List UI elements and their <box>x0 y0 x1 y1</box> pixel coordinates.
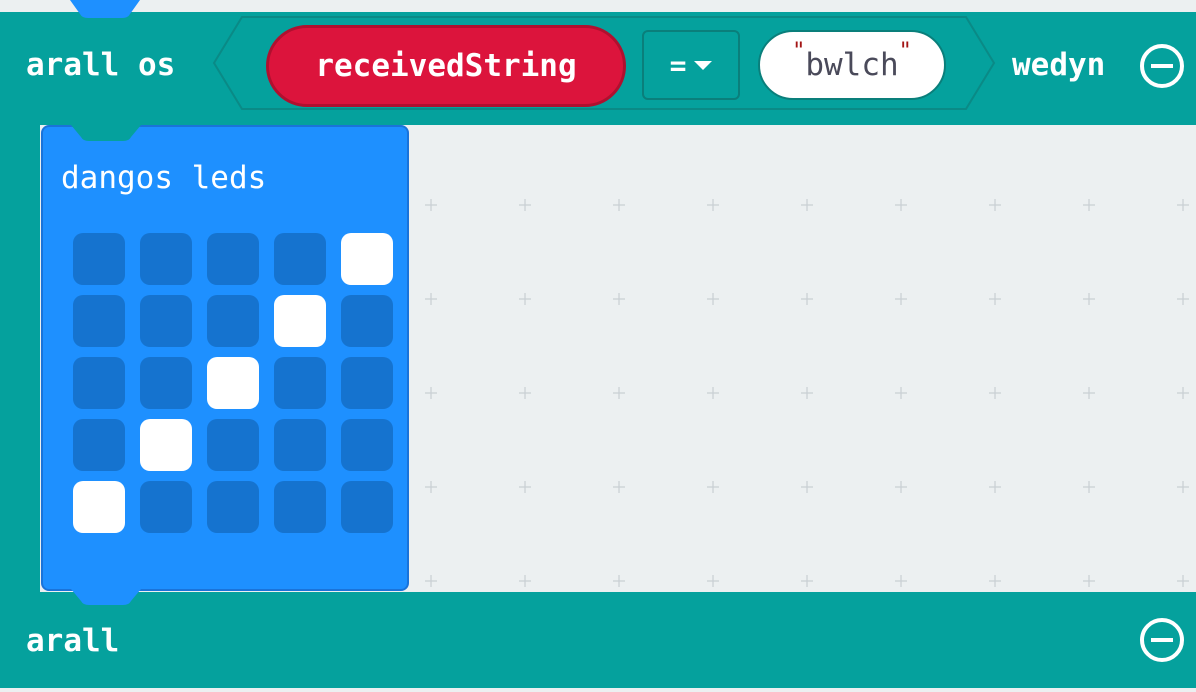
led-cell[interactable] <box>140 295 192 347</box>
then-label: wedyn <box>1012 47 1106 83</box>
else-block-footer[interactable] <box>0 592 1196 688</box>
block-bottom-tab <box>71 589 141 605</box>
block-top-notch <box>70 0 140 18</box>
led-cell[interactable] <box>73 481 125 533</box>
minus-circle-icon[interactable] <box>1140 44 1184 88</box>
if-label: arall os <box>26 47 176 83</box>
led-cell[interactable] <box>140 419 192 471</box>
chevron-down-icon <box>694 60 713 70</box>
led-cell[interactable] <box>73 357 125 409</box>
show-leds-label: dangos leds <box>61 160 267 196</box>
led-cell[interactable] <box>207 357 259 409</box>
else-label: arall <box>26 623 120 659</box>
led-cell[interactable] <box>207 481 259 533</box>
led-cell[interactable] <box>274 481 326 533</box>
led-cell[interactable] <box>207 419 259 471</box>
led-cell[interactable] <box>73 419 125 471</box>
led-cell[interactable] <box>140 481 192 533</box>
led-cell[interactable] <box>341 357 393 409</box>
led-cell[interactable] <box>341 481 393 533</box>
led-cell[interactable] <box>207 233 259 285</box>
led-cell[interactable] <box>140 357 192 409</box>
string-literal-block[interactable]: " bwlch " <box>758 30 946 100</box>
led-cell[interactable] <box>341 295 393 347</box>
operator-label: = <box>669 48 687 82</box>
close-quote-icon: " <box>898 38 912 64</box>
block-top-notch <box>71 125 141 141</box>
string-value[interactable]: bwlch <box>805 47 898 83</box>
variable-name: receivedString <box>315 48 577 84</box>
minus-circle-icon[interactable] <box>1140 618 1184 662</box>
variable-block-receivedstring[interactable]: receivedString <box>266 25 626 107</box>
led-cell[interactable] <box>140 233 192 285</box>
led-cell[interactable] <box>274 295 326 347</box>
led-cell[interactable] <box>207 295 259 347</box>
led-cell[interactable] <box>341 233 393 285</box>
led-cell[interactable] <box>73 295 125 347</box>
led-cell[interactable] <box>274 419 326 471</box>
if-block-arm <box>0 125 40 592</box>
led-cell[interactable] <box>274 233 326 285</box>
comparison-operator-dropdown[interactable]: = <box>642 30 740 100</box>
show-leds-block[interactable]: dangos leds <box>41 125 409 605</box>
open-quote-icon: " <box>792 38 806 64</box>
led-cell[interactable] <box>274 357 326 409</box>
led-cell[interactable] <box>341 419 393 471</box>
led-cell[interactable] <box>73 233 125 285</box>
